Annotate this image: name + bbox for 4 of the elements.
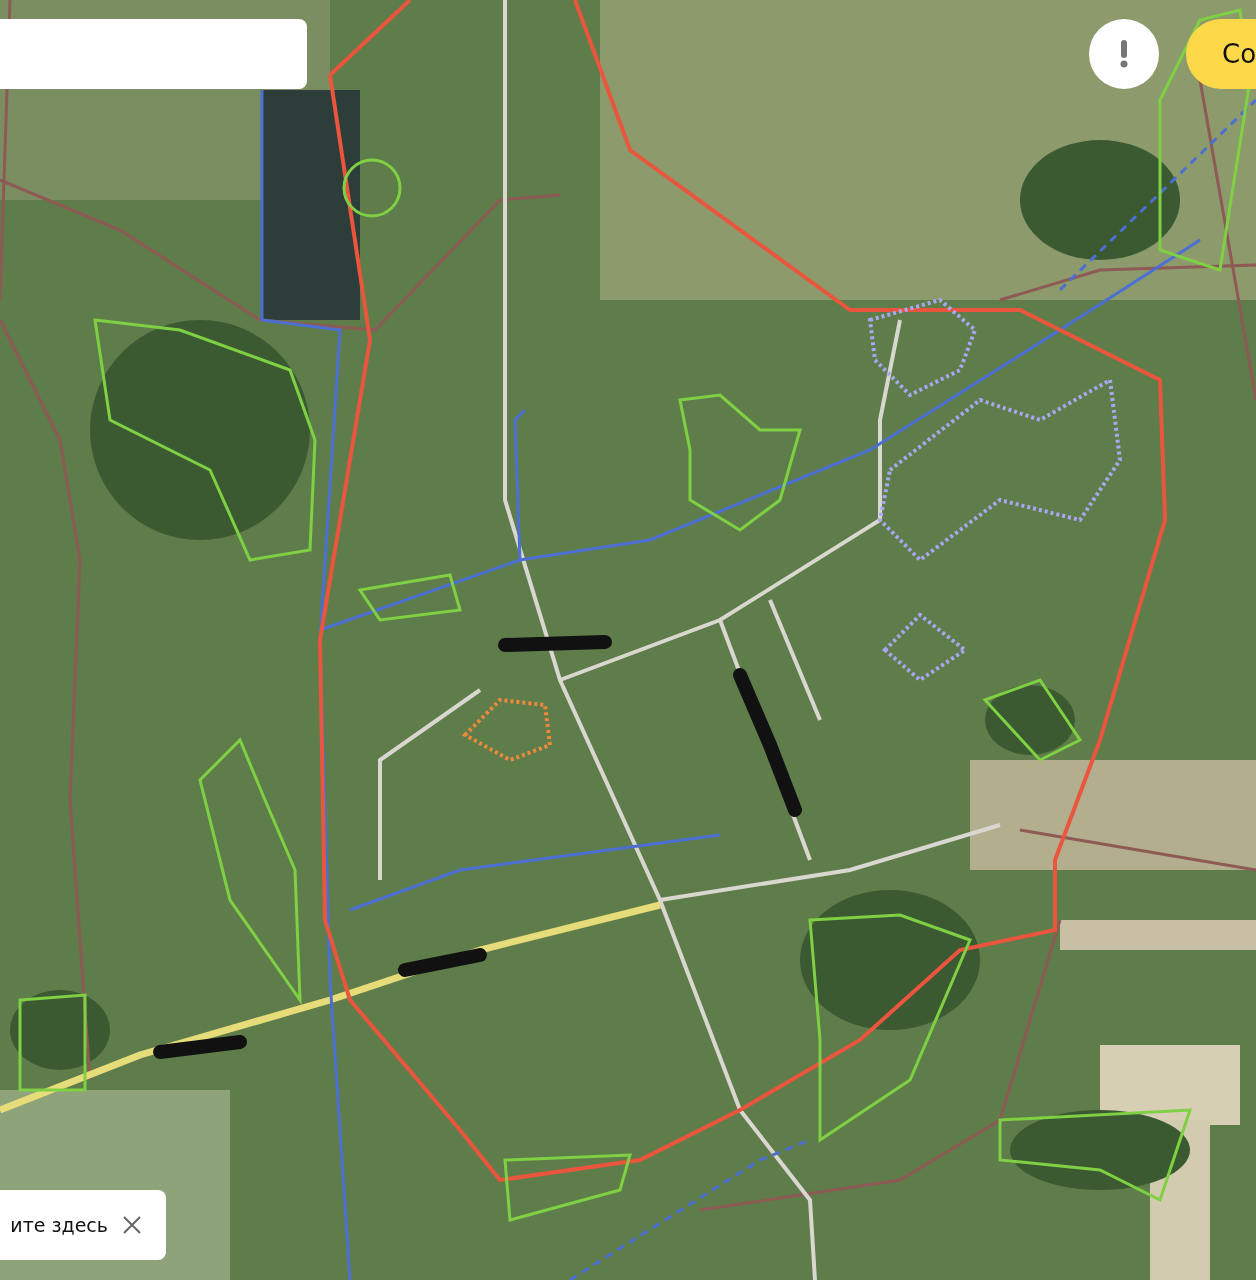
close-icon[interactable]: [122, 1215, 142, 1235]
search-field[interactable]: [0, 19, 307, 89]
exclamation-icon: [1120, 40, 1128, 68]
hint-text: ите здесь: [10, 1214, 108, 1236]
